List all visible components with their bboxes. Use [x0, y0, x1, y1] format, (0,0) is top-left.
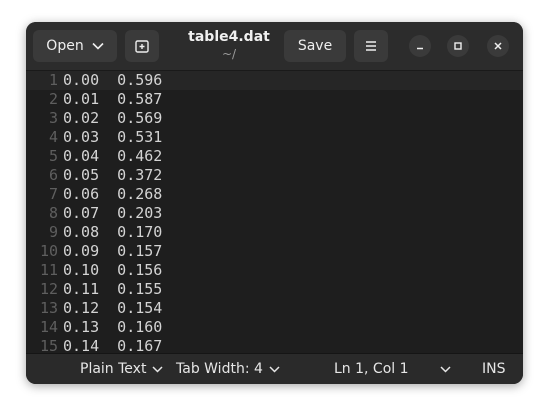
line-number: 8 [48, 204, 58, 222]
chevron-down-icon [269, 365, 280, 373]
language-selector[interactable]: Plain Text [80, 360, 163, 378]
editor-line[interactable]: 6 0.05 0.372 [26, 166, 523, 185]
minimize-button[interactable] [409, 35, 431, 57]
tab-width-selector[interactable]: Tab Width: 4 [176, 360, 280, 378]
editor-line[interactable]: 7 0.06 0.268 [26, 185, 523, 204]
tab-width-label: Tab Width: 4 [176, 361, 263, 377]
line-text: 0.08 0.170 [63, 223, 163, 241]
line-number: 7 [48, 185, 58, 203]
new-tab-icon [135, 40, 149, 53]
status-bar: Plain Text Tab Width: 4 Ln 1, Col 1 INS [26, 353, 523, 384]
insert-mode-label: INS [482, 361, 506, 377]
editor-line[interactable]: 9 0.08 0.170 [26, 223, 523, 242]
editor-line[interactable]: 10 0.09 0.157 [26, 242, 523, 261]
line-text: 0.00 0.596 [63, 71, 163, 89]
open-button-label: Open [46, 38, 84, 54]
cursor-position-dropdown[interactable] [440, 360, 451, 378]
line-number: 6 [48, 166, 58, 184]
document-path: ~/ [221, 47, 237, 61]
line-text: 0.09 0.157 [63, 242, 163, 260]
text-editor-window: Open table4.dat ~/ Save 1 0.00 0.596 2 0… [26, 22, 523, 384]
editor-line[interactable]: 4 0.03 0.531 [26, 128, 523, 147]
header-bar: Open table4.dat ~/ Save [26, 22, 523, 71]
editor-line[interactable]: 1 0.00 0.596 [26, 71, 523, 90]
editor-line[interactable]: 14 0.13 0.160 [26, 318, 523, 337]
line-number: 13 [39, 299, 58, 317]
editor-line[interactable]: 13 0.12 0.154 [26, 299, 523, 318]
line-text: 0.14 0.167 [63, 337, 163, 353]
chevron-down-icon [440, 365, 451, 373]
new-tab-button[interactable] [125, 30, 159, 62]
line-text: 0.05 0.372 [63, 166, 163, 184]
open-button[interactable]: Open [33, 30, 117, 62]
maximize-button[interactable] [447, 35, 469, 57]
chevron-down-icon [152, 365, 163, 373]
line-text: 0.01 0.587 [63, 90, 163, 108]
close-button[interactable] [487, 35, 509, 57]
cursor-position-label: Ln 1, Col 1 [334, 361, 409, 377]
maximize-icon [454, 42, 462, 50]
hamburger-menu-icon [366, 41, 376, 51]
line-text: 0.13 0.160 [63, 318, 163, 336]
line-text: 0.03 0.531 [63, 128, 163, 146]
editor-line[interactable]: 11 0.10 0.156 [26, 261, 523, 280]
window-title-block: table4.dat ~/ [176, 28, 282, 62]
save-button[interactable]: Save [284, 30, 346, 62]
editor-line[interactable]: 15 0.14 0.167 [26, 337, 523, 353]
line-number: 15 [39, 337, 58, 353]
line-text: 0.07 0.203 [63, 204, 163, 222]
line-text: 0.11 0.155 [63, 280, 163, 298]
chevron-down-icon [92, 42, 104, 50]
editor-line[interactable]: 8 0.07 0.203 [26, 204, 523, 223]
line-number: 3 [48, 109, 58, 127]
line-number: 14 [39, 318, 58, 336]
line-text: 0.04 0.462 [63, 147, 163, 165]
minimize-icon [417, 47, 423, 50]
insert-mode-indicator[interactable]: INS [482, 360, 506, 378]
line-number: 4 [48, 128, 58, 146]
cursor-position[interactable]: Ln 1, Col 1 [334, 360, 409, 378]
editor-line[interactable]: 5 0.04 0.462 [26, 147, 523, 166]
editor-line[interactable]: 12 0.11 0.155 [26, 280, 523, 299]
editor-line[interactable]: 2 0.01 0.587 [26, 90, 523, 109]
line-number: 11 [39, 261, 58, 279]
editor-line[interactable]: 3 0.02 0.569 [26, 109, 523, 128]
line-number: 5 [48, 147, 58, 165]
line-text: 0.10 0.156 [63, 261, 163, 279]
line-number: 1 [48, 71, 58, 89]
main-menu-button[interactable] [354, 30, 388, 62]
line-text: 0.12 0.154 [63, 299, 163, 317]
language-label: Plain Text [80, 361, 147, 377]
text-editor-area[interactable]: 1 0.00 0.596 2 0.01 0.587 3 0.02 0.569 4 0.03 0… [26, 71, 523, 353]
line-number: 12 [39, 280, 58, 298]
close-icon [494, 42, 502, 50]
line-number: 2 [48, 90, 58, 108]
line-text: 0.02 0.569 [63, 109, 163, 127]
line-number: 9 [48, 223, 58, 241]
document-title: table4.dat [188, 29, 270, 45]
line-number: 10 [39, 242, 58, 260]
line-text: 0.06 0.268 [63, 185, 163, 203]
